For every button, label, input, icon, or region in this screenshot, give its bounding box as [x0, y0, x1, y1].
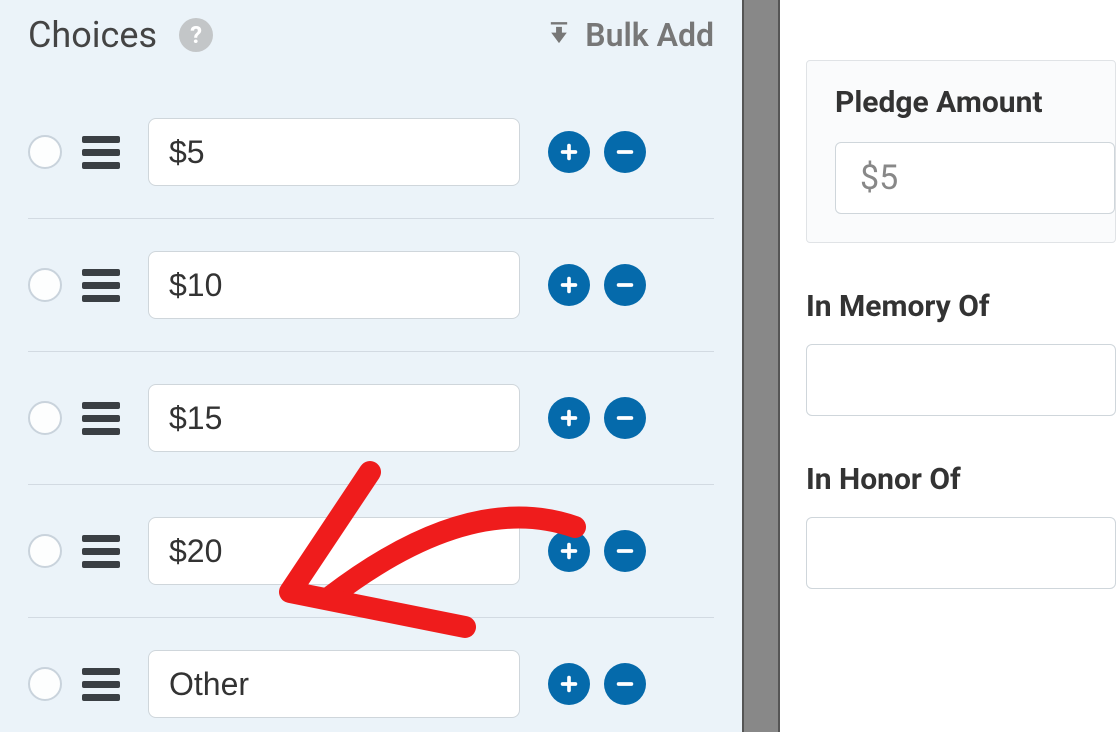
plus-icon	[558, 274, 580, 296]
minus-icon	[614, 141, 636, 163]
choices-header: Choices ? Bulk Add	[28, 14, 714, 56]
choice-radio[interactable]	[28, 667, 62, 701]
drag-handle-icon[interactable]	[82, 136, 120, 169]
choice-radio[interactable]	[28, 534, 62, 568]
choice-row	[28, 485, 714, 618]
in-honor-input[interactable]	[806, 517, 1116, 589]
pledge-amount-value: $5	[860, 158, 898, 198]
bulk-add-button[interactable]: Bulk Add	[545, 16, 714, 54]
choice-value-input[interactable]	[148, 650, 520, 718]
add-choice-button[interactable]	[548, 663, 590, 705]
choice-radio[interactable]	[28, 135, 62, 169]
minus-icon	[614, 274, 636, 296]
minus-icon	[614, 407, 636, 429]
choice-row-actions	[548, 264, 646, 306]
add-choice-button[interactable]	[548, 530, 590, 572]
panel-divider	[742, 0, 780, 732]
drag-handle-icon[interactable]	[82, 402, 120, 435]
minus-icon	[614, 673, 636, 695]
remove-choice-button[interactable]	[604, 530, 646, 572]
in-memory-input[interactable]	[806, 344, 1116, 416]
bulk-add-label: Bulk Add	[585, 16, 714, 54]
plus-icon	[558, 540, 580, 562]
in-memory-label: In Memory Of	[806, 289, 1116, 324]
drag-handle-icon[interactable]	[82, 668, 120, 701]
choice-value-input[interactable]	[148, 384, 520, 452]
choices-list	[28, 86, 714, 750]
choice-row-actions	[548, 397, 646, 439]
help-icon[interactable]: ?	[179, 18, 213, 52]
choice-radio[interactable]	[28, 268, 62, 302]
choice-value-input[interactable]	[148, 118, 520, 186]
minus-icon	[614, 540, 636, 562]
pledge-amount-card: Pledge Amount $5	[806, 60, 1116, 243]
in-honor-group: In Honor Of	[806, 462, 1116, 589]
remove-choice-button[interactable]	[604, 131, 646, 173]
plus-icon	[558, 407, 580, 429]
add-choice-button[interactable]	[548, 397, 590, 439]
plus-icon	[558, 673, 580, 695]
remove-choice-button[interactable]	[604, 663, 646, 705]
choice-value-input[interactable]	[148, 517, 520, 585]
remove-choice-button[interactable]	[604, 264, 646, 306]
choice-value-input[interactable]	[148, 251, 520, 319]
choices-editor-panel: Choices ? Bulk Add	[0, 0, 742, 732]
add-choice-button[interactable]	[548, 131, 590, 173]
in-honor-label: In Honor Of	[806, 462, 1116, 497]
plus-icon	[558, 141, 580, 163]
choice-row	[28, 219, 714, 352]
choice-row-actions	[548, 131, 646, 173]
choices-title: Choices	[28, 14, 157, 56]
pledge-amount-select[interactable]: $5	[835, 142, 1115, 214]
choice-row	[28, 618, 714, 750]
choice-row-actions	[548, 530, 646, 572]
add-choice-button[interactable]	[548, 264, 590, 306]
in-memory-group: In Memory Of	[806, 289, 1116, 416]
choice-radio[interactable]	[28, 401, 62, 435]
choice-row	[28, 86, 714, 219]
remove-choice-button[interactable]	[604, 397, 646, 439]
choice-row-actions	[548, 663, 646, 705]
drag-handle-icon[interactable]	[82, 535, 120, 568]
pledge-amount-label: Pledge Amount	[835, 85, 1115, 120]
form-preview-panel: Pledge Amount $5 In Memory Of In Honor O…	[780, 0, 1116, 732]
choice-row	[28, 352, 714, 485]
drag-handle-icon[interactable]	[82, 269, 120, 302]
download-icon	[545, 21, 573, 49]
choices-header-left: Choices ?	[28, 14, 213, 56]
